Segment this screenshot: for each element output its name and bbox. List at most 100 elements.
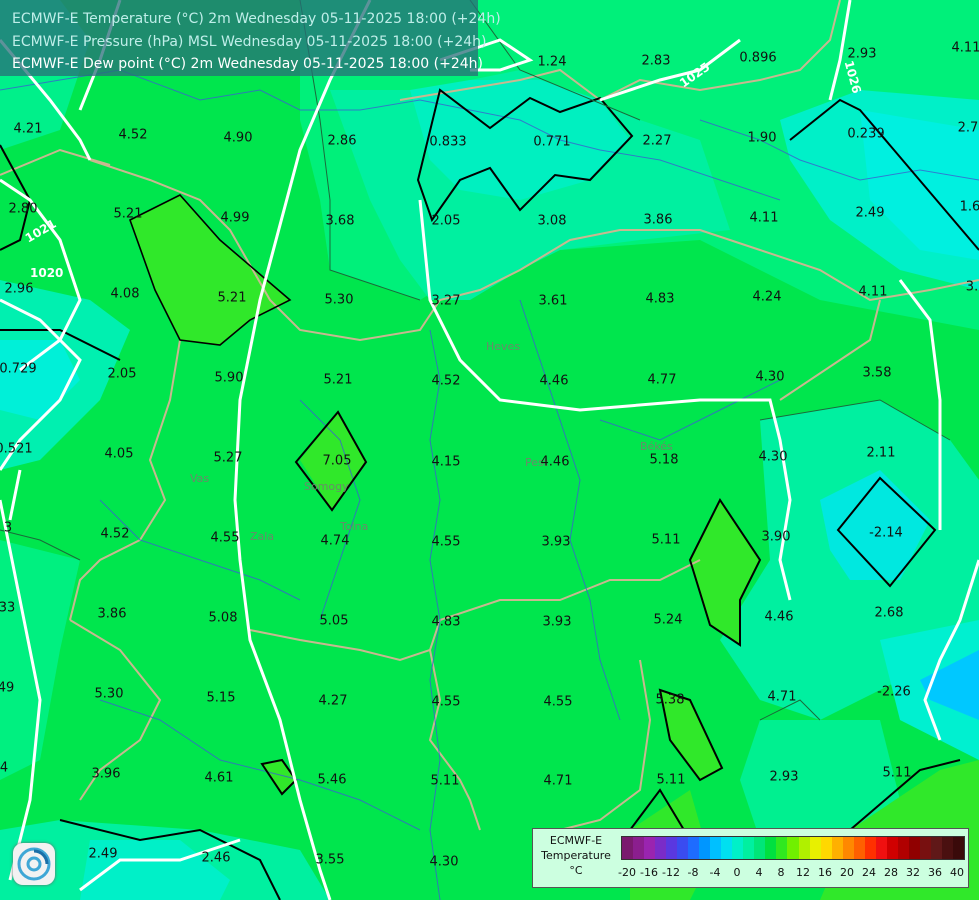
value-label: 4.08 [110,286,140,302]
value-label: 3.27 [431,293,461,309]
legend-swatch [688,837,700,859]
value-label: 2.93 [847,46,877,62]
value-label: 5.21 [113,206,143,222]
value-label: 5.38 [655,692,685,708]
legend-color-bar [621,836,965,860]
legend-tick: 4 [755,866,763,879]
value-label: 5.30 [324,292,354,308]
value-label: 3.86 [643,212,673,228]
legend-tick: 16 [818,866,832,879]
legend-swatch [655,837,667,859]
value-label: 4.21 [13,121,43,137]
legend-tick: 8 [777,866,785,879]
legend-swatch [864,837,876,859]
value-label: 3.61 [538,293,568,309]
value-label: 4.83 [645,291,675,307]
value-label: 4.55 [210,530,240,546]
legend-swatch [842,837,854,859]
value-label: 2.27 [642,133,672,149]
legend-swatch [666,837,678,859]
value-label: 5.90 [214,370,244,386]
value-label: 2.49 [855,205,885,221]
value-label: 4.55 [431,694,461,710]
legend-swatch [776,837,788,859]
value-label: 4.52 [100,526,130,542]
value-label: 0.833 [429,134,467,150]
place-label: Békés [640,440,673,453]
legend-tick: 0 [733,866,741,879]
value-label: 4.27 [318,693,348,709]
legend-tick: -12 [662,866,680,879]
pressure-title: ECMWF-E Pressure (hPa) MSL Wednesday 05-… [12,34,487,50]
value-label: 4 [0,760,9,776]
value-label: 2.49 [88,846,118,862]
place-label: Somogy [304,480,349,493]
value-label: 5.21 [217,290,247,306]
value-label: 0.521 [0,441,33,457]
legend-swatch [875,837,887,859]
value-label: 5.11 [651,532,681,548]
legend-tick: 32 [906,866,920,879]
legend-swatch [798,837,810,859]
value-label: 5.11 [882,765,912,781]
value-label: 4.46 [764,609,794,625]
value-label: 4.30 [755,369,785,385]
value-label: 49 [0,680,15,696]
value-label: 3.93 [542,614,572,630]
legend-tick: -20 [618,866,636,879]
value-label: 3.58 [862,365,892,381]
legend-swatch [809,837,821,859]
value-label: -2.14 [869,525,903,541]
value-label: 4.99 [220,210,250,226]
value-label: 4.74 [320,533,350,549]
legend-swatch [941,837,953,859]
value-label: 2.80 [8,201,38,217]
legend-swatch [820,837,832,859]
legend-tick: 36 [928,866,942,879]
legend-title-line2: Temperature [541,849,611,862]
legend-tick: 40 [950,866,964,879]
value-label: 4.71 [543,773,573,789]
legend-swatch [754,837,766,859]
value-label: 4.55 [543,694,573,710]
logo-icon [13,843,55,885]
legend-swatch [732,837,744,859]
value-label: 7.05 [322,453,352,469]
place-label: Heves [486,340,520,353]
value-label: 4.24 [752,289,782,305]
place-label: Tolna [339,520,368,533]
legend-swatch [831,837,843,859]
legend-swatch [908,837,920,859]
value-label: 3.55 [315,852,345,868]
value-label: 4.46 [539,373,569,389]
isobar-label: 1020 [30,266,64,280]
legend-swatch [930,837,942,859]
value-label: 2.05 [107,366,137,382]
value-label: 4.90 [223,130,253,146]
value-label: 5.11 [656,772,686,788]
legend-unit: °C [569,864,583,877]
value-label: 4.11 [858,284,888,300]
value-label: 1.24 [537,54,567,70]
temperature-legend: ECMWF-E Temperature °C -20 -16 -12 -8 -4 0 4 8 1… [532,828,969,888]
value-label: 4.15 [431,454,461,470]
value-label: 5.46 [317,772,347,788]
value-label: 4.30 [758,449,788,465]
value-label: 3. [965,279,979,295]
legend-swatch [721,837,733,859]
legend-swatch [710,837,722,859]
legend-swatch [886,837,898,859]
value-label: 5.15 [206,690,236,706]
value-label: 5.08 [208,610,238,626]
place-label: Zala [250,530,274,543]
dewpoint-title: ECMWF-E Dew point (°C) 2m Wednesday 05-1… [12,56,483,72]
legend-swatch [743,837,755,859]
value-label: 2.11 [866,445,896,461]
legend-swatch [787,837,799,859]
legend-swatch [853,837,865,859]
value-label: 3.90 [761,529,791,545]
place-label: Vas [190,472,209,485]
value-label: -2.26 [877,684,911,700]
value-label: 5.21 [323,372,353,388]
legend-tick: 20 [840,866,854,879]
